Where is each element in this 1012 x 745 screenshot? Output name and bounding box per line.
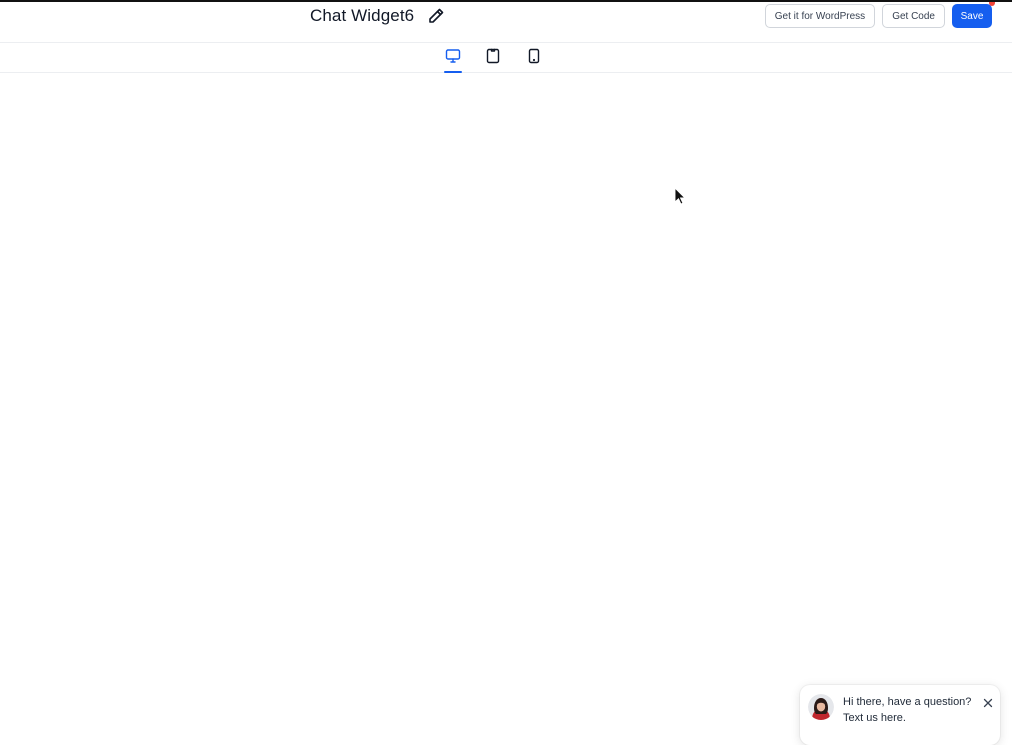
tab-desktop[interactable]	[442, 43, 464, 73]
widget-title: Chat Widget6	[310, 6, 415, 25]
editor-header: Chat Widget6 Get it for WordPress Get Co…	[0, 2, 1012, 43]
notification-dot	[989, 2, 995, 6]
device-preview-bar	[0, 43, 1012, 73]
header-actions: Get it for WordPress Get Code Save	[764, 4, 992, 28]
get-for-wordpress-button[interactable]: Get it for WordPress	[764, 4, 876, 28]
tab-tablet[interactable]	[482, 43, 504, 73]
close-icon[interactable]	[982, 696, 994, 708]
chat-greeting: Hi there, have a question? Text us here.	[843, 694, 973, 726]
agent-avatar	[808, 694, 834, 720]
get-code-button[interactable]: Get Code	[882, 4, 945, 28]
title-area: Chat Widget6	[310, 6, 446, 26]
chat-greeting-line1: Hi there, have a question?	[843, 696, 972, 708]
mouse-pointer-icon	[674, 186, 687, 210]
pencil-icon[interactable]	[426, 6, 446, 26]
chat-greeting-line2: Text us here.	[843, 712, 906, 724]
tab-mobile[interactable]	[523, 43, 545, 73]
tablet-icon	[485, 48, 501, 73]
save-button[interactable]: Save	[952, 4, 992, 28]
monitor-icon	[445, 48, 461, 73]
chat-widget-bubble[interactable]: Hi there, have a question? Text us here.	[800, 685, 1000, 745]
phone-icon	[526, 48, 542, 73]
